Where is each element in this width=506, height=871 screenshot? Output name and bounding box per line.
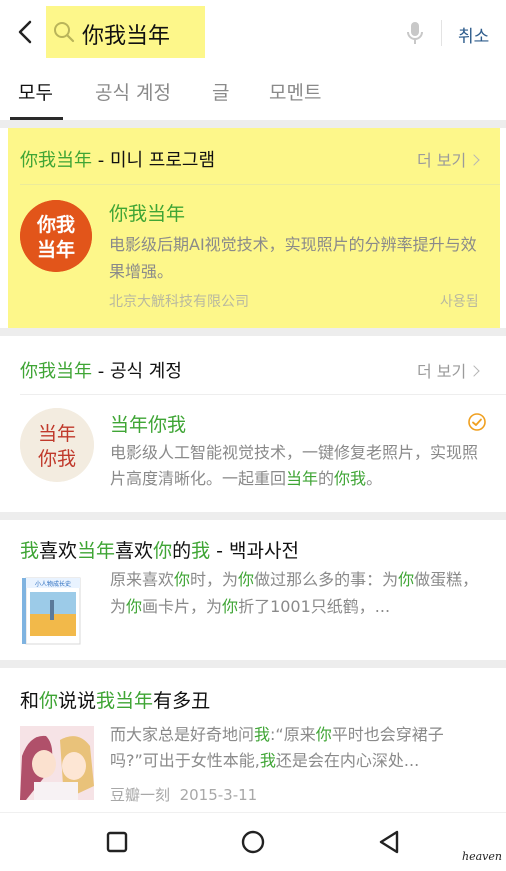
mini-program-logo[interactable]: 你我 当年 (20, 200, 92, 272)
tab-official-accounts[interactable]: 공식 계정 (95, 78, 171, 105)
chevron-right-icon (468, 364, 480, 377)
microphone-icon[interactable] (404, 20, 426, 46)
recent-apps-icon[interactable] (104, 829, 130, 855)
avatar-text-bottom: 你我 (38, 448, 76, 470)
result-tabs: 모두 공식 계정 글 모멘트 (0, 64, 506, 120)
official-account-section: 你我当年 - 공식 계정 더 보기 当年 你我 当年你我 电影级人工智能视觉技术… (0, 336, 506, 512)
mini-program-name[interactable]: 你我当年 (109, 199, 185, 226)
search-header: 你我当年 취소 (0, 0, 506, 64)
mini-program-more-link[interactable]: 더 보기 (417, 147, 480, 171)
mini-program-section: 你我当年 - 미니 프로그램 더 보기 你我 当年 你我当年 电影级后期AI视觉… (8, 128, 500, 328)
official-account-name[interactable]: 当年你我 (110, 410, 186, 437)
section-gap (0, 512, 506, 520)
section-gap (0, 660, 506, 668)
watermark: heaven (462, 850, 502, 863)
encyclopedia-result[interactable]: 我喜欢当年喜欢你的我 - 백과사전 小人物成长史 原来喜欢你时，为你做过那么多的… (0, 520, 506, 660)
book-label: 小人物成长史 (35, 580, 71, 588)
section-gap (0, 120, 506, 128)
tab-moments[interactable]: 모멘트 (269, 78, 321, 105)
article-thumbnail-image (20, 726, 94, 800)
header-divider (441, 20, 442, 46)
back-arrow-icon[interactable] (12, 16, 40, 48)
used-badge: 사용됨 (440, 294, 479, 310)
article-title[interactable]: 和你说说我当年有多丑 (20, 686, 210, 713)
book-cover-image: 小人物成长史 (20, 574, 90, 646)
tab-all[interactable]: 모두 (18, 78, 53, 105)
tab-articles[interactable]: 글 (212, 78, 229, 105)
search-input[interactable]: 你我当年 (46, 6, 205, 58)
section-gap (0, 328, 506, 336)
system-navigation-bar (0, 812, 506, 871)
divider (20, 184, 500, 185)
encyclopedia-description: 原来喜欢你时，为你做过那么多的事：为你做蛋糕，为你画卡片，为你折了1001只纸鹤… (110, 570, 479, 616)
search-icon (52, 20, 76, 44)
article-date: 2015-3-11 (179, 786, 258, 804)
article-description: 而大家总是好奇地问我:“原来你平时也会穿裙子吗?”可出于女性本能,我还是会在内心… (110, 725, 444, 770)
mini-program-section-title: 你我当年 - 미니 프로그램 (20, 150, 216, 171)
official-account-section-title: 你我当年 - 공식 계정 (20, 361, 182, 382)
logo-text-top: 你我 (36, 213, 75, 236)
official-account-more-link[interactable]: 더 보기 (417, 358, 480, 382)
verified-icon (468, 413, 486, 431)
mini-program-company: 北京大觥科技有限公司 (109, 294, 249, 310)
official-account-avatar[interactable]: 当年 你我 (20, 408, 94, 482)
official-account-description: 电影级人工智能视觉技术，一键修复老照片，实现照片高度清晰化。一起重回当年的你我。 (110, 443, 479, 488)
cancel-button[interactable]: 취소 (458, 22, 489, 47)
article-source: 豆瓣一刻 (110, 786, 171, 804)
avatar-text-top: 当年 (38, 423, 76, 445)
back-triangle-icon[interactable] (377, 829, 403, 855)
search-query[interactable]: 你我当年 (82, 18, 170, 50)
divider (20, 394, 506, 395)
encyclopedia-title[interactable]: 我喜欢当年喜欢你的我 - 백과사전 (20, 536, 299, 563)
mini-program-description: 电影级后期AI视觉技术，实现照片的分辨率提升与效果增强。 (109, 235, 477, 281)
chevron-right-icon (468, 153, 480, 166)
article-meta: 豆瓣一刻 2015-3-11 (110, 784, 257, 805)
article-result[interactable]: 和你说说我当年有多丑 而大家总是好奇地问我:“原来你平时也会穿裙子吗?”可出于女… (0, 668, 506, 812)
home-icon[interactable] (240, 829, 266, 855)
logo-text-bottom: 当年 (37, 238, 75, 261)
